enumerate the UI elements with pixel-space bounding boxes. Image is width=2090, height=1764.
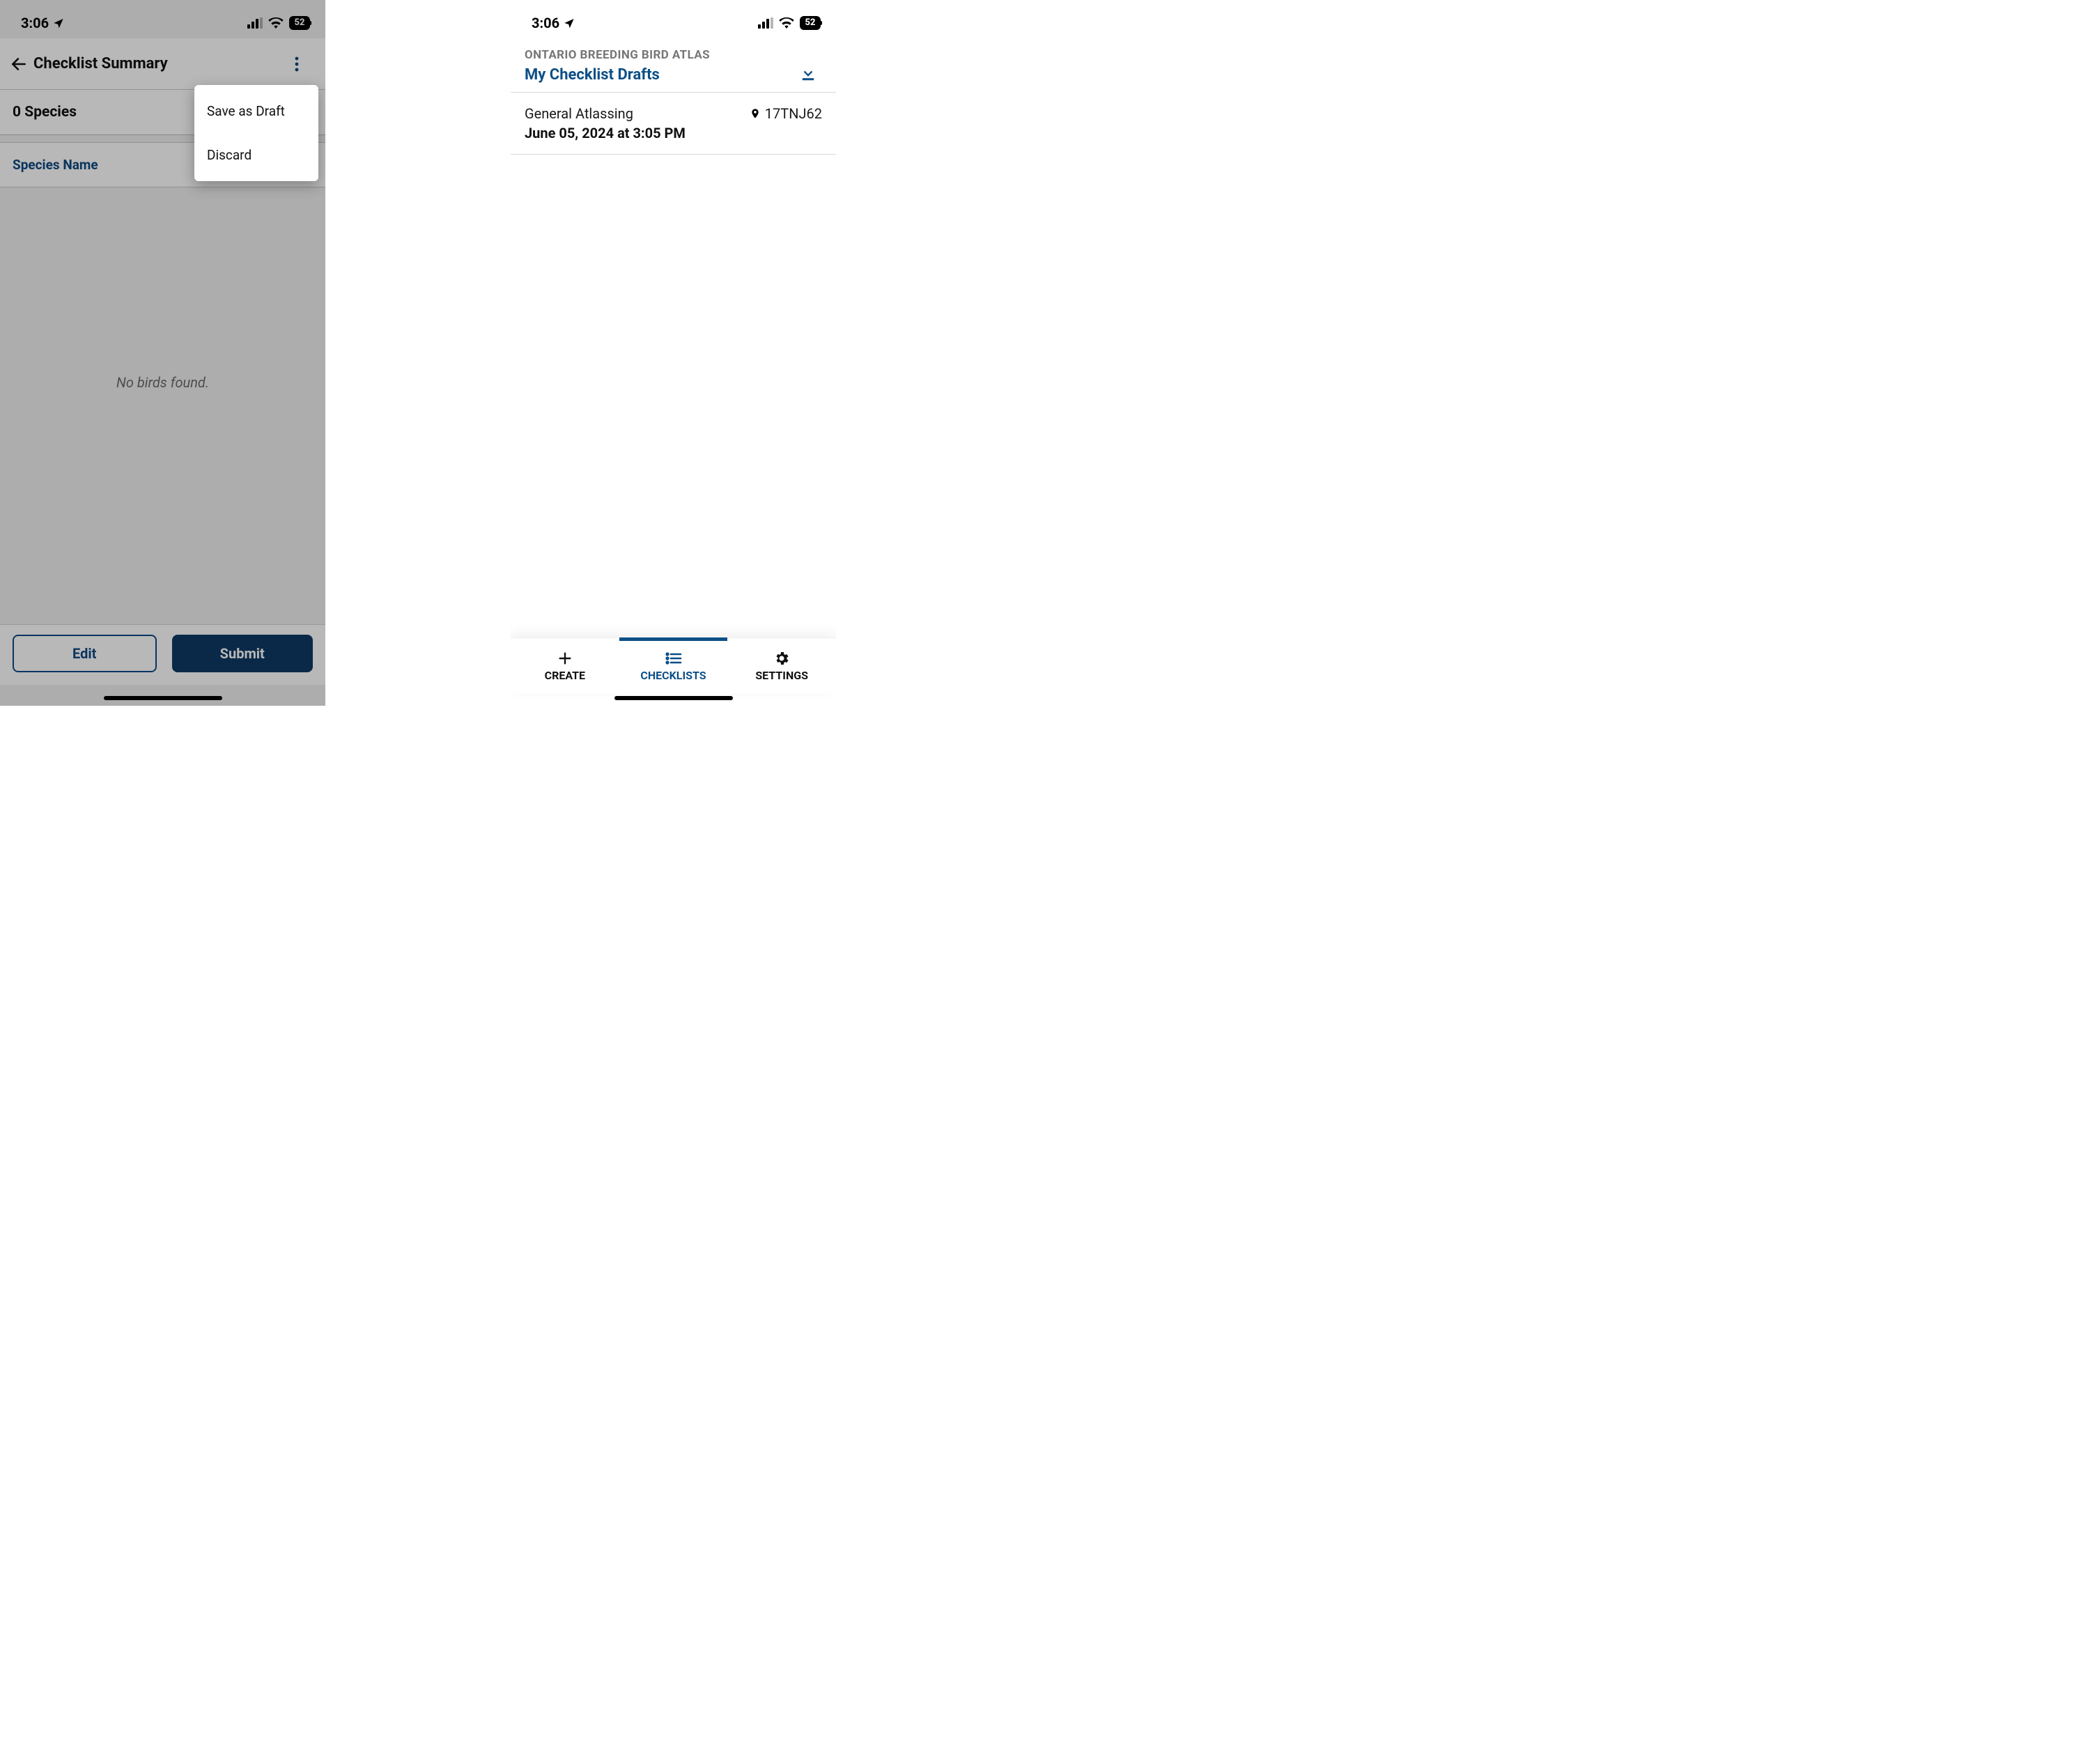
cellular-signal-icon bbox=[758, 17, 773, 29]
nav-settings[interactable]: SETTINGS bbox=[727, 638, 836, 693]
save-as-draft-menu-item[interactable]: Save as Draft bbox=[194, 89, 318, 133]
overflow-menu-popup: Save as Draft Discard bbox=[194, 85, 318, 181]
status-time: 3:06 bbox=[532, 15, 559, 31]
discard-menu-item[interactable]: Discard bbox=[194, 133, 318, 177]
location-pin-icon bbox=[750, 107, 761, 121]
nav-checklists[interactable]: CHECKLISTS bbox=[619, 638, 728, 693]
draft-list-item[interactable]: General Atlassing 17TNJ62 June 05, 2024 … bbox=[511, 93, 836, 155]
overflow-menu-button[interactable] bbox=[295, 56, 316, 72]
status-bar: 3:06 52 bbox=[0, 0, 325, 38]
draft-location-code: 17TNJ62 bbox=[765, 105, 822, 122]
home-indicator bbox=[104, 696, 222, 700]
download-button[interactable] bbox=[798, 63, 822, 84]
location-arrow-icon bbox=[564, 17, 575, 29]
submit-button[interactable]: Submit bbox=[172, 635, 314, 672]
back-button[interactable] bbox=[10, 55, 33, 73]
status-time: 3:06 bbox=[21, 15, 49, 31]
gear-icon bbox=[773, 649, 790, 667]
drafts-title: My Checklist Drafts bbox=[525, 66, 798, 84]
home-indicator bbox=[614, 696, 733, 700]
right-phone-screen: 3:06 52 ONTARIO BREEDING BIRD ATLAS My C… bbox=[511, 0, 836, 706]
bottom-button-bar: Edit Submit bbox=[0, 624, 325, 685]
bottom-nav: CREATE CHECKLISTS SETTINGS bbox=[511, 637, 836, 693]
atlas-project-label: ONTARIO BREEDING BIRD ATLAS bbox=[525, 48, 798, 62]
battery-icon: 52 bbox=[289, 16, 310, 30]
location-arrow-icon bbox=[53, 17, 64, 29]
page-title: Checklist Summary bbox=[33, 55, 295, 72]
drafts-header: ONTARIO BREEDING BIRD ATLAS My Checklist… bbox=[511, 38, 836, 93]
wifi-icon bbox=[779, 17, 794, 29]
app-bar: Checklist Summary bbox=[0, 38, 325, 90]
empty-state-text: No birds found. bbox=[0, 187, 325, 578]
battery-icon: 52 bbox=[800, 16, 821, 30]
draft-datetime: June 05, 2024 at 3:05 PM bbox=[525, 125, 822, 141]
plus-icon bbox=[557, 649, 573, 667]
edit-button[interactable]: Edit bbox=[13, 635, 157, 672]
cellular-signal-icon bbox=[247, 17, 263, 29]
left-phone-screen: 3:06 52 Checklist Summary 0 Species Spec… bbox=[0, 0, 325, 706]
status-bar: 3:06 52 bbox=[511, 0, 836, 38]
nav-settings-label: SETTINGS bbox=[755, 669, 808, 682]
nav-checklists-label: CHECKLISTS bbox=[640, 669, 706, 682]
wifi-icon bbox=[268, 17, 284, 29]
draft-type: General Atlassing bbox=[525, 105, 633, 122]
screenshot-gap bbox=[325, 0, 511, 706]
nav-create-label: CREATE bbox=[545, 669, 585, 682]
list-icon bbox=[665, 649, 682, 667]
nav-create[interactable]: CREATE bbox=[511, 638, 619, 693]
